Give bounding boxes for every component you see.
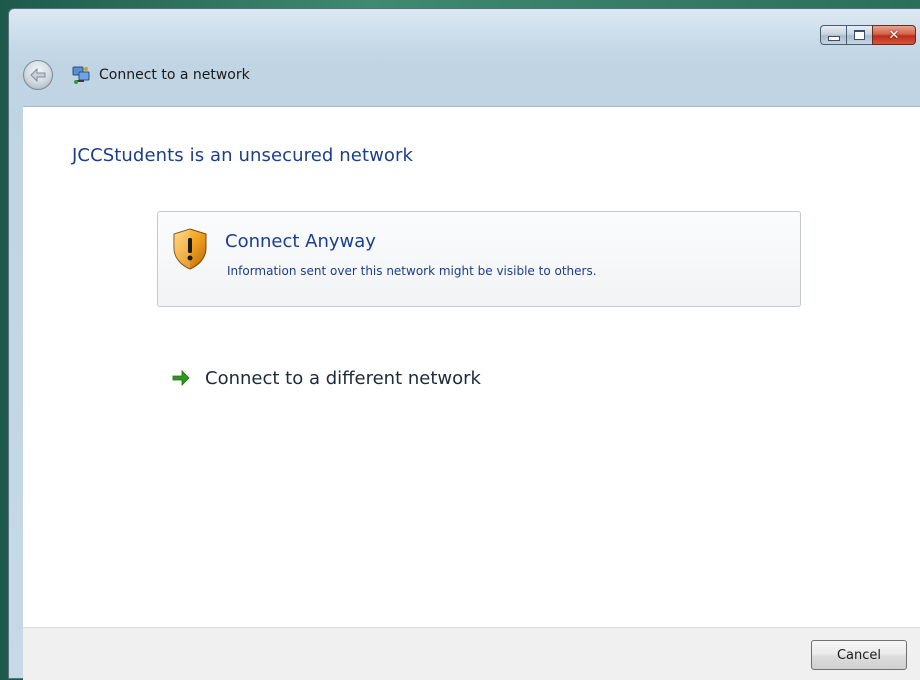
maximize-icon bbox=[854, 30, 865, 40]
cancel-button[interactable]: Cancel bbox=[811, 640, 907, 670]
page-heading: JCCStudents is an unsecured network bbox=[72, 145, 414, 166]
connect-anyway-title: Connect Anyway bbox=[225, 231, 376, 252]
dialog-footer: Cancel bbox=[23, 627, 920, 680]
window-title: Connect to a network bbox=[99, 67, 250, 83]
minimize-icon bbox=[827, 35, 840, 41]
close-button[interactable]: ✕ bbox=[872, 25, 916, 45]
different-network-label: Connect to a different network bbox=[205, 367, 481, 389]
maximize-button[interactable] bbox=[846, 25, 872, 45]
security-shield-icon bbox=[173, 228, 207, 270]
back-arrow-icon bbox=[30, 68, 46, 82]
connect-anyway-option[interactable]: Connect Anyway Information sent over thi… bbox=[157, 211, 801, 307]
title-row: Connect to a network bbox=[23, 60, 250, 90]
caption-buttons: ✕ bbox=[820, 25, 916, 47]
dialog-window: ✕ Connect to a network JCCStudents is an… bbox=[8, 8, 920, 680]
content-area: JCCStudents is an unsecured network Conn… bbox=[23, 106, 920, 628]
minimize-button[interactable] bbox=[820, 25, 846, 45]
back-button[interactable] bbox=[23, 60, 53, 90]
network-icon bbox=[71, 65, 91, 85]
connect-anyway-description: Information sent over this network might… bbox=[227, 264, 597, 278]
green-arrow-icon bbox=[172, 370, 190, 386]
close-icon: ✕ bbox=[888, 27, 900, 43]
connect-different-network-link[interactable]: Connect to a different network bbox=[172, 363, 481, 393]
